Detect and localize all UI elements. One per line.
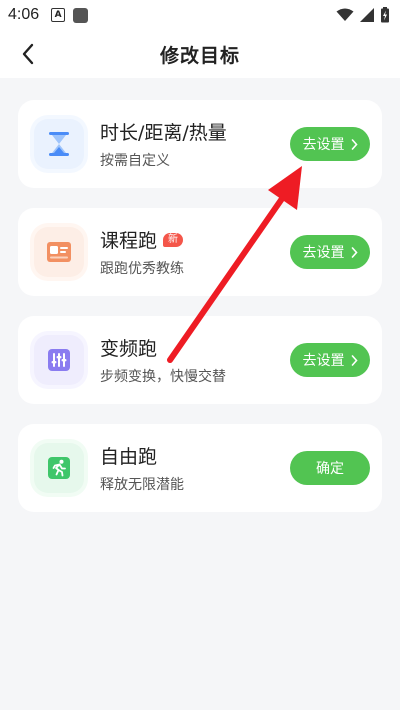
chevron-right-icon [351, 138, 358, 150]
goal-card-variable-pace-run: 变频跑 步频变换，快慢交替 去设置 [18, 316, 382, 404]
card-subtitle: 按需自定义 [100, 153, 170, 169]
hourglass-icon [49, 132, 69, 156]
set-variable-pace-button[interactable]: 去设置 [290, 343, 370, 377]
card-subtitle: 步频变换，快慢交替 [100, 369, 226, 385]
card-title-text: 变频跑 [100, 338, 158, 360]
wifi-icon [336, 8, 354, 21]
notification-a-icon: A [51, 8, 66, 22]
confirm-free-run-button[interactable]: 确定 [290, 451, 370, 485]
set-course-run-button[interactable]: 去设置 [290, 235, 370, 269]
card-title-text: 时长/距离/热量 [100, 122, 227, 144]
course-card-icon [47, 242, 71, 262]
goal-card-free-run: 自由跑 释放无限潜能 确定 [18, 424, 382, 512]
card-subtitle: 释放无限潜能 [100, 477, 184, 493]
status-icons [336, 7, 390, 23]
new-badge: 新 [163, 232, 184, 247]
page-title: 修改目标 [159, 44, 240, 67]
runner-icon [48, 457, 70, 479]
card-title-text: 自由跑 [100, 446, 158, 468]
card-title: 自由跑 [100, 442, 157, 469]
signal-icon [360, 8, 374, 22]
card-title: 时长/距离/热量 [100, 118, 227, 145]
card-title: 变频跑 [100, 334, 157, 361]
button-label: 去设置 [302, 137, 345, 153]
goal-card-duration-distance-calories: 时长/距离/热量 按需自定义 去设置 [18, 100, 382, 188]
status-time: 4:06 [8, 6, 40, 23]
chevron-right-icon [351, 354, 358, 366]
set-duration-button[interactable]: 去设置 [290, 127, 370, 161]
sliders-icon [48, 349, 70, 371]
notification-square-icon [73, 7, 89, 23]
card-title: 课程跑 新 [100, 226, 184, 253]
button-label: 去设置 [302, 245, 345, 261]
card-title-text: 课程跑 [100, 230, 158, 252]
button-label: 去设置 [302, 353, 345, 369]
runner-icon-wrap [34, 443, 84, 493]
goal-card-course-run: 课程跑 新 跟跑优秀教练 去设置 [18, 208, 382, 296]
status-bar: 4:06 A [0, 0, 400, 30]
header: 修改目标 [0, 30, 400, 78]
button-label: 确定 [316, 461, 344, 477]
chevron-right-icon [351, 246, 358, 258]
back-button[interactable] [14, 40, 42, 68]
battery-charging-icon [381, 7, 389, 23]
sliders-icon-wrap [34, 335, 84, 385]
card-subtitle: 跟跑优秀教练 [100, 261, 184, 277]
hourglass-icon-wrap [34, 119, 84, 169]
course-icon-wrap [34, 227, 84, 277]
chevron-left-icon [22, 43, 34, 65]
